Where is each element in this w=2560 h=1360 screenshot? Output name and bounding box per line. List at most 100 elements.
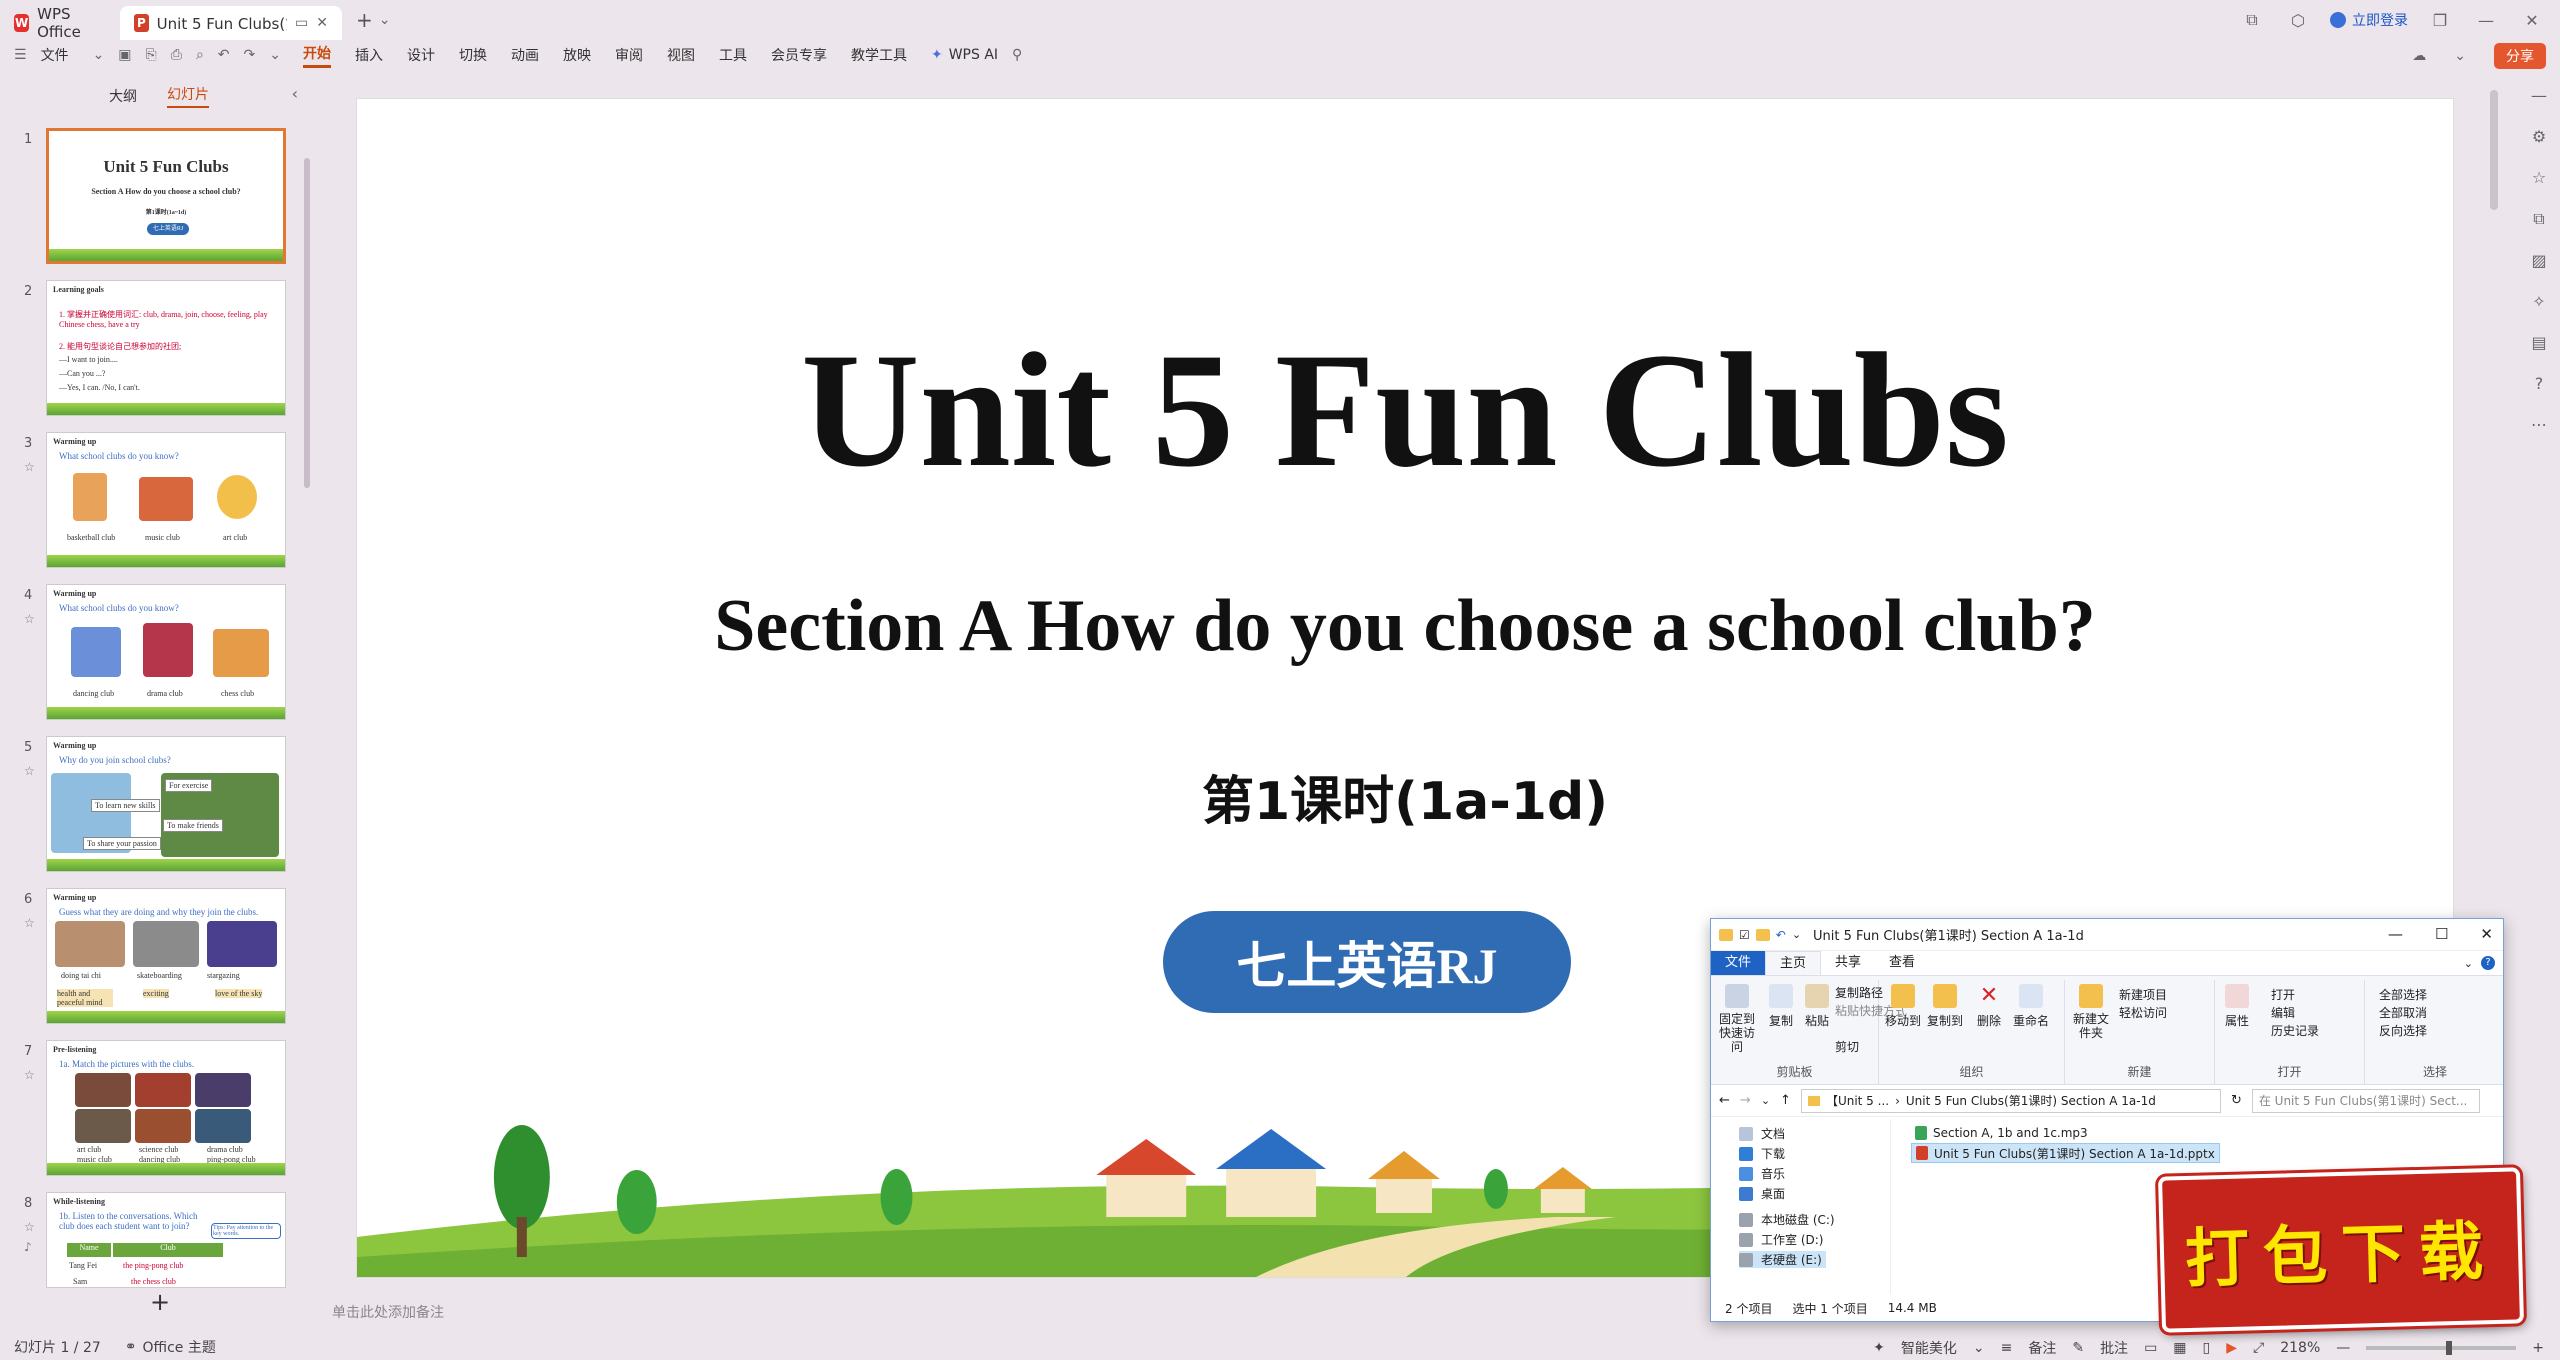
zoom-out-icon[interactable]: — xyxy=(2336,1340,2350,1356)
wps-ai-button[interactable]: WPS AI xyxy=(949,47,998,63)
delete-button[interactable]: ✕ 删除 xyxy=(1977,984,2001,1029)
print-icon[interactable]: ⎙ xyxy=(171,47,182,63)
zoom-slider[interactable] xyxy=(2366,1341,2517,1355)
tab-slides[interactable]: 幻灯片 xyxy=(167,84,209,108)
tab-review[interactable]: 审阅 xyxy=(615,45,643,65)
new-tab-icon[interactable]: + xyxy=(356,8,373,32)
comments-button[interactable]: 批注 xyxy=(2100,1338,2128,1358)
editor-scrollbar[interactable] xyxy=(2490,90,2498,210)
tab-start[interactable]: 开始 xyxy=(302,43,331,68)
nav-drive-e[interactable]: 老硬盘 (E:) xyxy=(1739,1251,1826,1268)
file-row[interactable]: Section A, 1b and 1c.mp3 xyxy=(1911,1123,2220,1143)
slide-subtitle[interactable]: Section A How do you choose a school clu… xyxy=(357,584,2453,669)
tab-outline[interactable]: 大纲 xyxy=(109,86,137,106)
file-row[interactable]: Unit 5 Fun Clubs(第1课时) Section A 1a-1d.p… xyxy=(1911,1143,2220,1163)
tab-document[interactable]: P Unit 5 Fun Clubs(第1课时) Se ▭ ✕ xyxy=(120,6,342,40)
close-window-icon[interactable]: ✕ xyxy=(2518,11,2546,30)
slide-thumbnail-4[interactable]: Warming up What school clubs do you know… xyxy=(46,584,286,720)
copy-button[interactable]: 复制 xyxy=(1769,984,1793,1029)
window-layout-icon[interactable]: ⧉ xyxy=(2238,10,2266,30)
redo-icon[interactable]: ↷ xyxy=(244,47,256,63)
chevron-down-icon[interactable]: ⌄ xyxy=(269,47,281,63)
slide-thumbnail-7[interactable]: Pre-listening 1a. Match the pictures wit… xyxy=(46,1040,286,1176)
invert-selection-button[interactable]: 反向选择 xyxy=(2379,1022,2427,1039)
doc-icon[interactable]: ▤ xyxy=(2531,333,2546,352)
save-icon[interactable]: ▣ xyxy=(118,47,131,63)
minimize-icon[interactable]: — xyxy=(2472,11,2500,30)
back-icon[interactable]: ← xyxy=(1719,1093,1730,1108)
tab-wps-home[interactable]: W WPS Office xyxy=(0,5,120,41)
slide-period[interactable]: 第1课时(1a-1d) xyxy=(357,759,2453,834)
nav-desktop[interactable]: 桌面 xyxy=(1739,1185,1785,1202)
pin-button[interactable]: 固定到快速访问 xyxy=(1715,984,1759,1054)
fit-icon[interactable]: ⤢ xyxy=(2253,1340,2264,1356)
theme-name[interactable]: Office 主题 xyxy=(143,1337,216,1357)
slide-badge[interactable]: 七上英语RJ xyxy=(1163,911,1571,1013)
quick-undo-icon[interactable]: ↶ xyxy=(1776,928,1786,942)
menu-icon[interactable]: ☰ xyxy=(14,47,27,63)
properties-button[interactable]: 属性 xyxy=(2225,984,2249,1029)
settings-icon[interactable]: ⚙ xyxy=(2532,127,2546,146)
slide-thumbnail-6[interactable]: Warming up Guess what they are doing and… xyxy=(46,888,286,1024)
edit-button[interactable]: 编辑 xyxy=(2271,1004,2295,1021)
copy-path-button[interactable]: 复制路径 xyxy=(1835,984,1883,1001)
login-button[interactable]: 立即登录 xyxy=(2330,10,2408,30)
chevron-down-icon[interactable]: ⌄ xyxy=(379,12,391,28)
notes-button[interactable]: 备注 xyxy=(2028,1338,2056,1358)
audio-icon[interactable]: ♪ xyxy=(24,1240,32,1254)
minimize-icon[interactable]: — xyxy=(2388,925,2403,943)
more-icon[interactable]: ⋯ xyxy=(2531,415,2547,434)
address-bar[interactable]: 【Unit 5 ... › Unit 5 Fun Clubs(第1课时) Sec… xyxy=(1800,1088,2221,1113)
nav-drive-c[interactable]: 本地磁盘 (C:) xyxy=(1739,1211,1835,1228)
preview-icon[interactable]: ⌕ xyxy=(196,47,204,63)
address-segment[interactable]: 【Unit 5 ... xyxy=(1826,1092,1889,1109)
help-icon[interactable]: ? xyxy=(2535,374,2544,393)
share-button[interactable]: 分享 xyxy=(2494,43,2546,69)
nav-downloads[interactable]: 下载 xyxy=(1739,1145,1785,1162)
minimize-rail-icon[interactable]: — xyxy=(2531,86,2547,105)
export-icon[interactable]: ⎘ xyxy=(146,47,157,63)
select-none-button[interactable]: 全部取消 xyxy=(2379,1004,2427,1021)
file-menu[interactable]: 文件 xyxy=(41,45,69,65)
forward-icon[interactable]: → xyxy=(1740,1093,1751,1108)
star-icon[interactable]: ☆ xyxy=(24,1220,35,1234)
slide-thumbnail-3[interactable]: Warming up What school clubs do you know… xyxy=(46,432,286,568)
help-icon[interactable]: ? xyxy=(2481,956,2495,970)
add-slide-icon[interactable]: + xyxy=(150,1288,170,1316)
zoom-knob[interactable] xyxy=(2446,1341,2453,1355)
tab-view[interactable]: 视图 xyxy=(667,45,695,65)
close-icon[interactable]: ✕ xyxy=(2480,925,2493,943)
chevron-down-icon[interactable]: ⌄ xyxy=(1792,928,1801,941)
history-button[interactable]: 历史记录 xyxy=(2271,1022,2319,1039)
refresh-icon[interactable]: ↻ xyxy=(2231,1093,2242,1108)
cube-icon[interactable]: ⬡ xyxy=(2284,11,2312,30)
image-icon[interactable]: ▨ xyxy=(2531,251,2546,270)
copy-to-button[interactable]: 复制到 xyxy=(1927,984,1963,1029)
normal-view-icon[interactable]: ▭ xyxy=(2144,1340,2157,1356)
tab-home[interactable]: 主页 xyxy=(1765,951,1822,975)
tab-slideshow[interactable]: 放映 xyxy=(563,45,591,65)
search-icon[interactable]: ⚲ xyxy=(1012,47,1022,63)
star-icon[interactable]: ☆ xyxy=(24,460,35,474)
slide-thumbnail-8[interactable]: While-listening 1b. Listen to the conver… xyxy=(46,1192,286,1288)
chevron-down-icon[interactable]: ⌄ xyxy=(2464,957,2473,970)
tab-share[interactable]: 共享 xyxy=(1821,951,1875,975)
new-folder-button[interactable]: 新建文件夹 xyxy=(2071,984,2111,1040)
slide-thumbnail-5[interactable]: Warming up Why do you join school clubs?… xyxy=(46,736,286,872)
slide-title[interactable]: Unit 5 Fun Clubs xyxy=(357,317,2453,505)
cloud-icon[interactable]: ☁ xyxy=(2412,48,2426,64)
monitor-icon[interactable]: ▭ xyxy=(295,15,308,31)
nav-drive-d[interactable]: 工作室 (D:) xyxy=(1739,1231,1823,1248)
restore-icon[interactable]: ❐ xyxy=(2426,11,2454,30)
tab-animation[interactable]: 动画 xyxy=(511,45,539,65)
cut-button[interactable]: 剪切 xyxy=(1835,1038,1859,1055)
play-icon[interactable]: ▶ xyxy=(2226,1340,2237,1356)
star-icon[interactable]: ☆ xyxy=(24,764,35,778)
select-all-button[interactable]: 全部选择 xyxy=(2379,986,2427,1003)
tab-member[interactable]: 会员专享 xyxy=(771,45,827,65)
tab-design[interactable]: 设计 xyxy=(407,45,435,65)
address-segment[interactable]: Unit 5 Fun Clubs(第1课时) Section A 1a-1d xyxy=(1906,1092,2156,1109)
chevron-down-icon[interactable]: ⌄ xyxy=(1761,1094,1770,1107)
magic-icon[interactable]: ✧ xyxy=(2532,292,2545,311)
tab-view[interactable]: 查看 xyxy=(1875,951,1929,975)
